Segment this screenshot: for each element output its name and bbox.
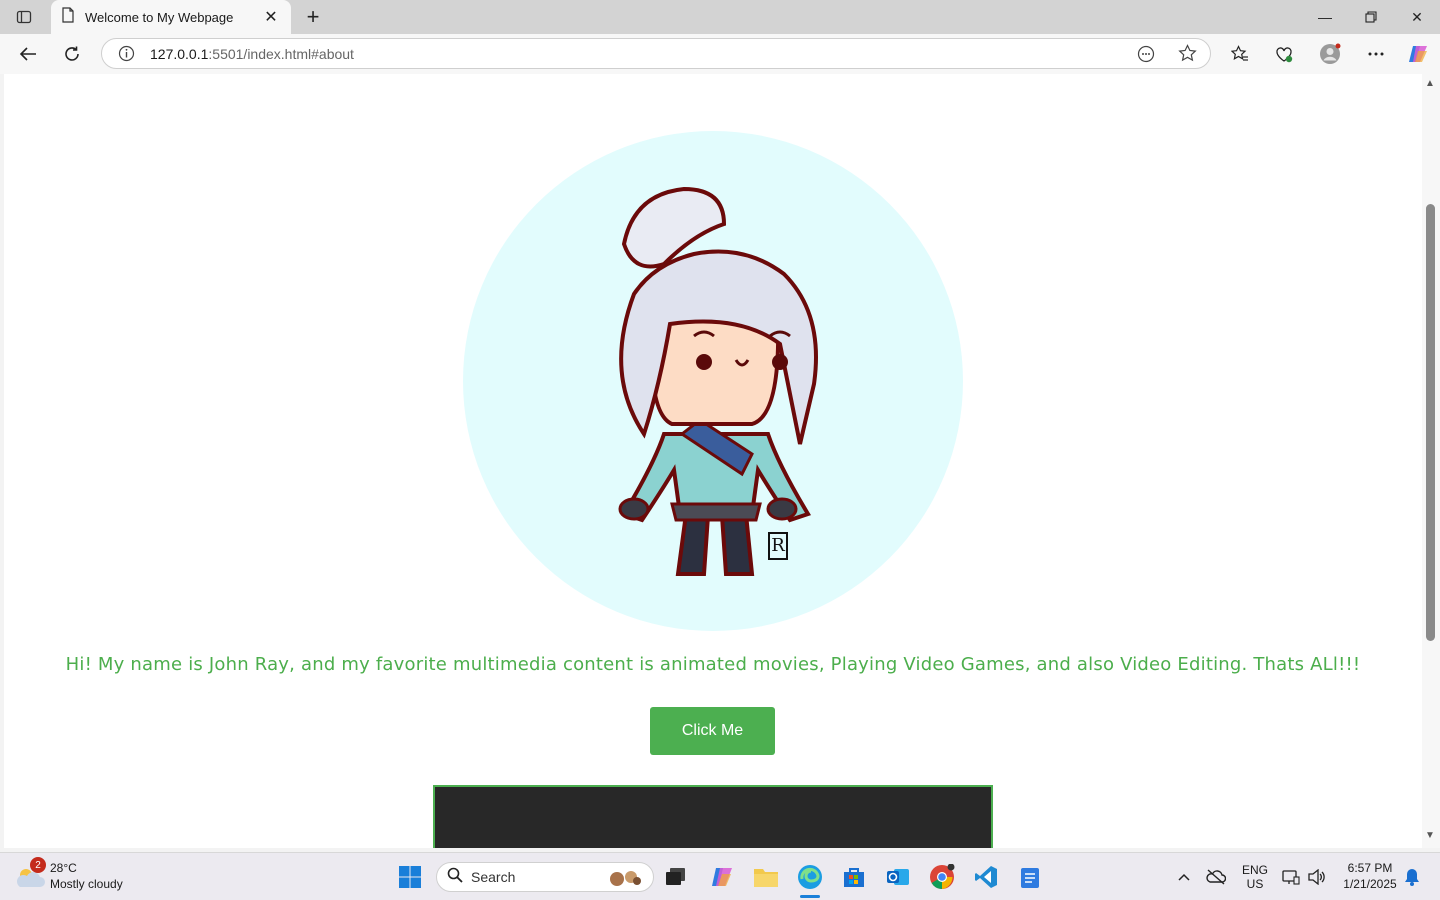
search-label: Search xyxy=(471,869,516,885)
edge-browser-icon[interactable] xyxy=(794,861,826,898)
search-icon xyxy=(447,867,463,888)
page-scrollbar[interactable]: ▲ ▼ xyxy=(1422,74,1440,848)
active-app-indicator xyxy=(800,895,820,898)
show-hidden-icons-icon[interactable] xyxy=(1170,861,1198,893)
address-bar[interactable]: 127.0.0.1:5501/index.html#about xyxy=(101,38,1211,69)
browser-toolbar: 127.0.0.1:5501/index.html#about xyxy=(0,34,1440,74)
dark-content-box xyxy=(433,785,993,848)
microsoft-store-icon[interactable] xyxy=(838,861,870,893)
settings-more-icon[interactable] xyxy=(1360,38,1392,70)
minimize-icon[interactable]: — xyxy=(1302,0,1348,34)
language-indicator[interactable]: ENG US xyxy=(1236,863,1274,891)
scroll-up-icon[interactable]: ▲ xyxy=(1425,78,1435,89)
clock-date: 1/21/2025 xyxy=(1343,877,1397,891)
weather-temp: 28°C xyxy=(50,861,77,875)
click-me-button[interactable]: Click Me xyxy=(650,707,775,755)
outlook-icon[interactable] xyxy=(882,861,914,893)
tab-strip: Welcome to My Webpage ✕ + — ✕ xyxy=(0,0,1440,34)
close-window-icon[interactable]: ✕ xyxy=(1394,0,1440,34)
copilot-taskbar-icon[interactable] xyxy=(706,861,738,893)
onedrive-offline-icon[interactable] xyxy=(1202,861,1230,893)
search-highlight-icon xyxy=(607,868,643,893)
region-code: US xyxy=(1246,877,1264,891)
task-view-icon[interactable] xyxy=(660,861,692,893)
refresh-icon[interactable] xyxy=(56,38,88,70)
scroll-down-icon[interactable]: ▼ xyxy=(1425,830,1435,841)
clock[interactable]: 6:57 PM 1/21/2025 xyxy=(1336,861,1404,891)
favorites-icon[interactable] xyxy=(1224,38,1256,70)
signature-mark: R xyxy=(768,532,788,560)
active-tab[interactable]: Welcome to My Webpage ✕ xyxy=(51,0,291,34)
back-icon[interactable] xyxy=(12,38,44,70)
notification-bell-icon[interactable] xyxy=(1398,861,1426,893)
language-code: ENG xyxy=(1241,863,1268,877)
taskbar: 2 28°C Mostly cloudy Search ENG US 6:57 … xyxy=(0,852,1440,900)
favorite-star-icon[interactable] xyxy=(1178,44,1197,68)
new-tab-icon[interactable]: + xyxy=(300,4,326,30)
weather-desc: Mostly cloudy xyxy=(50,877,123,891)
close-tab-icon[interactable]: ✕ xyxy=(261,7,281,27)
copilot-icon[interactable] xyxy=(1402,38,1434,70)
network-icon[interactable] xyxy=(1278,861,1304,893)
notepad-icon[interactable] xyxy=(1014,861,1046,893)
tab-title: Welcome to My Webpage xyxy=(85,9,234,25)
file-explorer-icon[interactable] xyxy=(750,861,782,893)
windows-start-icon[interactable] xyxy=(394,861,426,893)
volume-icon[interactable] xyxy=(1304,861,1330,893)
url-text: 127.0.0.1:5501/index.html#about xyxy=(150,45,354,62)
weather-widget[interactable]: 2 28°C Mostly cloudy xyxy=(14,857,154,895)
browser-essentials-icon[interactable] xyxy=(1268,38,1300,70)
reading-mode-icon[interactable] xyxy=(1137,45,1155,68)
chrome-icon[interactable] xyxy=(926,861,958,893)
weather-badge: 2 xyxy=(30,857,46,873)
restore-icon[interactable] xyxy=(1348,0,1394,34)
page-icon xyxy=(61,6,75,28)
scrollbar-thumb[interactable] xyxy=(1426,204,1435,641)
taskbar-search[interactable]: Search xyxy=(436,862,654,892)
page-viewport: R Hi! My name is John Ray, and my favori… xyxy=(4,74,1422,848)
intro-text: Hi! My name is John Ray, and my favorite… xyxy=(65,654,1361,675)
site-info-icon[interactable] xyxy=(118,45,135,67)
clock-time: 6:57 PM xyxy=(1347,861,1393,875)
character-illustration xyxy=(618,186,818,576)
vscode-icon[interactable] xyxy=(970,861,1002,893)
profile-avatar-icon[interactable] xyxy=(1314,38,1346,70)
tab-actions-icon[interactable] xyxy=(8,4,40,30)
